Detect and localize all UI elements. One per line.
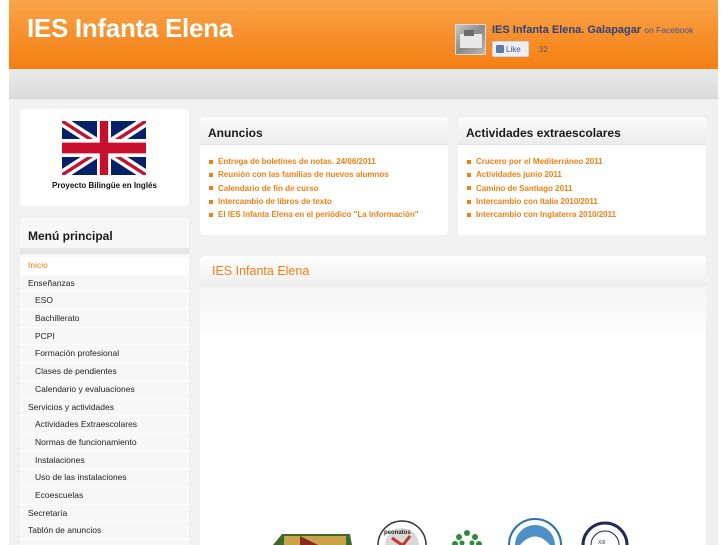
thumbs-up-icon — [496, 45, 504, 53]
bullet-icon — [467, 172, 471, 177]
facebook-like-box: IES Infanta Elena. Galapagar on Facebook… — [455, 22, 693, 62]
anuncio-link-label[interactable]: Entrega de boletines de notas. 24/06/201… — [218, 155, 376, 168]
bullet-icon — [467, 159, 471, 164]
anuncio-link[interactable]: Entrega de boletines de notas. 24/06/201… — [209, 155, 419, 168]
bullet-icon — [209, 199, 213, 204]
menu-item[interactable]: PCPI — [20, 328, 189, 346]
main-menu: Menú principal Inicio Enseñanzas ESO Bachil… — [20, 218, 189, 545]
site-header: IES Infanta Elena IES Infanta Elena. Gal… — [9, 0, 718, 69]
bullet-icon — [467, 186, 471, 191]
actividad-link-label[interactable]: Crucero por el Mediterráneo 2011 — [476, 155, 603, 168]
anuncio-link-label[interactable]: Reunión con las familias de nuevos alumn… — [218, 168, 389, 181]
actividades-header: Actividades extraescolares — [458, 117, 706, 145]
menu-item[interactable]: Instalaciones — [20, 452, 189, 470]
actividad-link[interactable]: Actividades junio 2011 — [467, 168, 616, 181]
main-content-header: IES Infanta Elena — [200, 256, 706, 287]
facebook-page-name[interactable]: IES Infanta Elena. Galapagar — [492, 24, 641, 36]
building-roof — [464, 30, 474, 36]
anuncio-link-label[interactable]: El IES Infanta Elena en el periódico "La… — [218, 208, 419, 221]
main-menu-list: Inicio Enseñanzas ESO Bachillerato PCPI Forma… — [20, 257, 189, 540]
anuncios-panel: Anuncios Entrega de boletines de notas. … — [200, 117, 448, 235]
menu-item[interactable]: Enseñanzas — [20, 275, 189, 293]
facebook-like-button[interactable]: Like — [492, 41, 529, 57]
anuncio-link-label[interactable]: Intercambio de libros de texto — [218, 195, 332, 208]
menu-item[interactable]: Formación profesional — [20, 345, 189, 364]
like-label: Like — [506, 44, 521, 54]
main-content: IES Infanta Elena — [200, 256, 706, 545]
actividad-link-label[interactable]: Intercambio con Inglaterra 2010/2011 — [476, 208, 616, 221]
bilingual-project-caption: Proyecto Bilingüe en Inglés — [52, 181, 157, 190]
actividad-link-label[interactable]: Camino de Santiago 2011 — [476, 182, 572, 195]
bullet-icon — [209, 212, 213, 217]
bullet-icon — [209, 172, 213, 177]
bullet-icon — [209, 159, 213, 164]
building-image — [460, 34, 482, 48]
facebook-on-label: on Facebook — [644, 25, 694, 35]
anuncio-link[interactable]: Reunión con las familias de nuevos alumn… — [209, 168, 419, 181]
menu-divider — [20, 248, 189, 254]
menu-item[interactable]: Inicio — [20, 257, 189, 275]
bullet-icon — [467, 212, 471, 217]
anuncio-link[interactable]: Calendario de fin de curso — [209, 182, 419, 195]
actividades-title: Actividades extraescolares — [466, 126, 621, 140]
like-count: 32 — [539, 45, 548, 54]
bullet-icon — [467, 199, 471, 204]
menu-item[interactable]: Actividades Extraescolares — [20, 416, 189, 434]
menu-item[interactable]: Bachillerato — [20, 310, 189, 328]
main-content-subheader — [200, 287, 706, 333]
menu-item[interactable]: Secretaría — [20, 505, 189, 523]
anuncios-list: Entrega de boletines de notas. 24/06/201… — [209, 155, 419, 221]
actividad-link[interactable]: Crucero por el Mediterráneo 2011 — [467, 155, 616, 168]
bilingual-project-card[interactable]: Proyecto Bilingüe en Inglés — [20, 109, 189, 206]
actividad-link[interactable]: Camino de Santiago 2011 — [467, 182, 616, 195]
facebook-page-link[interactable]: IES Infanta Elena. Galapagar on Facebook — [492, 24, 693, 36]
page-wrapper: IES Infanta Elena IES Infanta Elena. Gal… — [9, 0, 718, 545]
menu-item[interactable]: Calendario y evaluaciones — [20, 381, 189, 399]
anuncio-link-label[interactable]: Calendario de fin de curso — [218, 182, 318, 195]
menu-item[interactable]: ESO — [20, 292, 189, 311]
menu-item[interactable]: Uso de las instalaciones — [20, 469, 189, 487]
menu-item[interactable]: Ecoescuelas — [20, 487, 189, 505]
menu-item[interactable]: Normas de funcionamiento — [20, 434, 189, 452]
bullet-icon — [209, 186, 213, 191]
actividades-list: Crucero por el Mediterráneo 2011 Activida… — [467, 155, 616, 221]
main-menu-title: Menú principal — [28, 229, 113, 243]
anuncios-title: Anuncios — [208, 126, 263, 140]
menu-item[interactable]: Clases de pendientes — [20, 363, 189, 381]
actividad-link[interactable]: Intercambio con Italia 2010/2011 — [467, 195, 616, 208]
anuncio-link[interactable]: Intercambio de libros de texto — [209, 195, 419, 208]
anuncio-link[interactable]: El IES Infanta Elena en el periódico "La… — [209, 208, 419, 221]
actividad-link-label[interactable]: Actividades junio 2011 — [476, 168, 562, 181]
menu-item[interactable]: Servicios y actividades — [20, 399, 189, 417]
main-content-title: IES Infanta Elena — [212, 264, 310, 278]
facebook-page-thumbnail[interactable] — [455, 24, 486, 55]
menu-item[interactable]: Tablón de anuncios — [20, 522, 189, 540]
actividad-link[interactable]: Intercambio con Inglaterra 2010/2011 — [467, 208, 616, 221]
union-jack-flag-icon — [62, 121, 146, 175]
anuncios-header: Anuncios — [200, 117, 448, 145]
header-band — [9, 69, 718, 99]
actividades-panel: Actividades extraescolares Crucero por e… — [458, 117, 706, 235]
actividad-link-label[interactable]: Intercambio con Italia 2010/2011 — [476, 195, 598, 208]
site-title[interactable]: IES Infanta Elena — [27, 13, 233, 44]
